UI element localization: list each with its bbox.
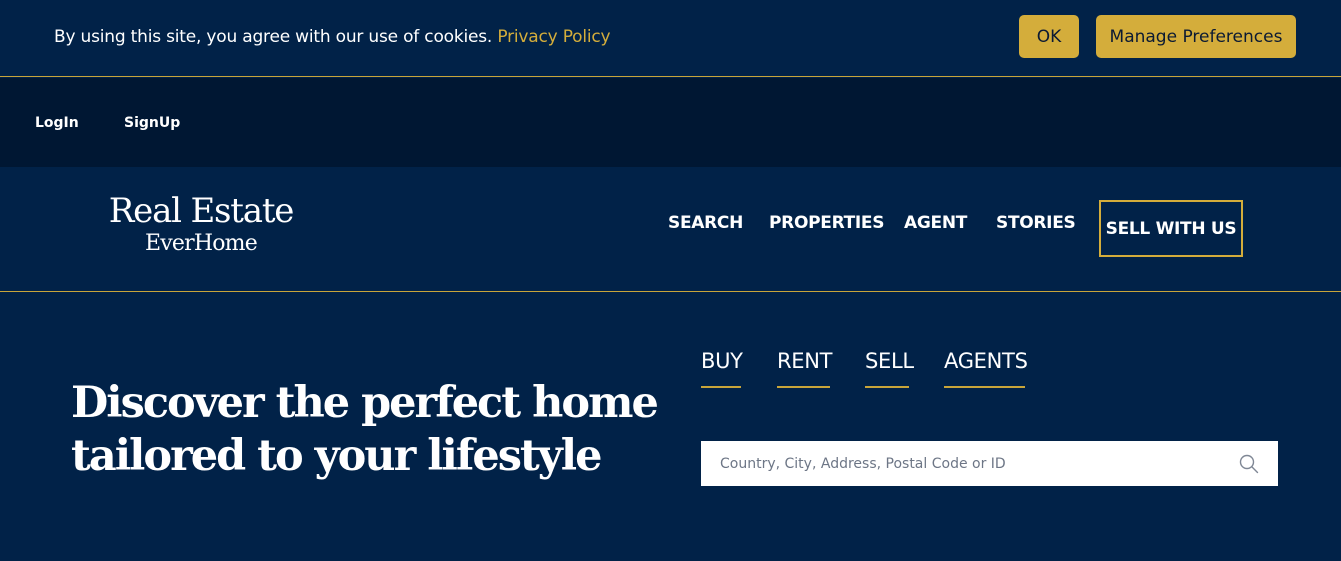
logo-title: Real Estate: [108, 191, 295, 231]
hero-title: Discover the perfect home tailored to yo…: [71, 377, 659, 483]
search-box: [701, 441, 1278, 486]
sell-with-us-button[interactable]: SELL WITH US: [1099, 200, 1243, 257]
auth-bar: LogIn SignUp: [0, 78, 1341, 167]
nav-stories[interactable]: STORIES: [996, 213, 1076, 233]
tab-buy[interactable]: BUY: [701, 349, 743, 388]
cookie-banner: By using this site, you agree with our u…: [0, 0, 1341, 77]
logo-subtitle: EverHome: [145, 231, 258, 256]
nav-properties[interactable]: PROPERTIES: [769, 213, 884, 233]
page: By using this site, you agree with our u…: [0, 0, 1341, 561]
tab-sell[interactable]: SELL: [865, 349, 914, 388]
nav-search[interactable]: SEARCH: [668, 213, 743, 233]
search-icon[interactable]: [1239, 454, 1259, 474]
signup-link[interactable]: SignUp: [124, 115, 180, 131]
nav-agent[interactable]: AGENT: [904, 213, 967, 233]
cookie-ok-button[interactable]: OK: [1019, 15, 1079, 58]
hero-title-line-1: Discover the perfect home: [71, 378, 659, 428]
cookie-message-text: By using this site, you agree with our u…: [54, 27, 493, 47]
tab-agents[interactable]: AGENTS: [944, 349, 1028, 388]
privacy-policy-link[interactable]: Privacy Policy: [497, 27, 610, 47]
cookie-message: By using this site, you agree with our u…: [54, 27, 611, 47]
search-input[interactable]: [701, 441, 1231, 486]
tab-rent[interactable]: RENT: [777, 349, 833, 388]
login-link[interactable]: LogIn: [35, 115, 79, 131]
site-header: Real Estate EverHome SEARCH PROPERTIES A…: [0, 167, 1341, 292]
hero-title-line-2: tailored to your lifestyle: [71, 431, 602, 481]
manage-preferences-button[interactable]: Manage Preferences: [1096, 15, 1296, 58]
site-logo[interactable]: Real Estate EverHome: [90, 191, 312, 257]
